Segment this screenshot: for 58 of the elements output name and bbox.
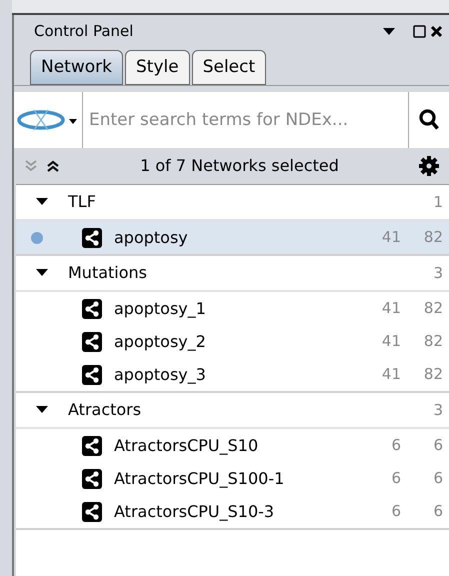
- network-name: AtractorsCPU_S10-3: [114, 500, 276, 523]
- network-name: apoptosy: [114, 226, 189, 248]
- network-row[interactable]: apoptosy 41 82: [16, 221, 449, 254]
- edge-count: 82: [422, 331, 443, 352]
- network-name: AtractorsCPU_S100-1: [114, 468, 286, 490]
- share-icon: [82, 298, 102, 318]
- search-icon[interactable]: [419, 109, 439, 131]
- group-row[interactable]: Mutations 3: [16, 256, 449, 292]
- group-name: Mutations: [68, 262, 148, 284]
- collapse-all-icon[interactable]: [46, 159, 60, 173]
- node-count: 41: [380, 298, 401, 320]
- group-count: 3: [433, 400, 443, 421]
- share-icon: [82, 468, 102, 488]
- network-row[interactable]: apoptosy_1 41 82: [16, 292, 449, 325]
- edge-count: 82: [422, 298, 443, 320]
- tab[interactable]: Network: [30, 50, 123, 85]
- node-count: 6: [390, 501, 401, 522]
- tab[interactable]: Style: [124, 50, 190, 85]
- network-name: apoptosy_1: [114, 298, 207, 320]
- selection-status: 1 of 7 Networks selected: [139, 155, 340, 177]
- share-icon: [82, 436, 102, 456]
- group-row[interactable]: Atractors 3: [16, 393, 449, 429]
- close-icon[interactable]: [430, 25, 443, 38]
- expander-icon[interactable]: [36, 269, 48, 277]
- network-name: AtractorsCPU_S10: [114, 434, 260, 457]
- panel-title: Control Panel: [34, 21, 134, 42]
- network-name: apoptosy_3: [114, 364, 207, 386]
- network-row[interactable]: apoptosy_3 41 82: [16, 358, 449, 391]
- share-icon: [82, 502, 102, 522]
- search-field[interactable]: Enter search terms for NDEx...: [82, 92, 409, 148]
- edge-count: 6: [432, 501, 443, 522]
- expander-icon[interactable]: [36, 406, 48, 414]
- share-icon: [82, 332, 102, 352]
- network-name: apoptosy_2: [114, 330, 207, 353]
- edge-count: 82: [422, 364, 443, 386]
- dropdown-icon[interactable]: [383, 28, 395, 36]
- network-row[interactable]: AtractorsCPU_S10 6 6: [16, 429, 449, 462]
- edge-count: 82: [422, 227, 443, 248]
- edge-count: 6: [432, 468, 443, 490]
- node-count: 41: [380, 331, 401, 352]
- share-icon: [82, 228, 102, 248]
- node-count: 6: [390, 435, 401, 456]
- group-name: Atractors: [68, 399, 142, 421]
- share-icon: [82, 364, 102, 384]
- node-count: 41: [380, 227, 401, 248]
- expander-icon[interactable]: [36, 198, 48, 206]
- node-count: 41: [380, 364, 401, 386]
- network-row[interactable]: AtractorsCPU_S10-3 6 6: [16, 495, 449, 528]
- network-row[interactable]: apoptosy_2 41 82: [16, 325, 449, 358]
- group-count: 1: [433, 192, 443, 213]
- edge-count: 6: [432, 435, 443, 456]
- tab[interactable]: Select: [192, 50, 266, 85]
- maximize-icon[interactable]: [413, 25, 426, 38]
- group-count: 3: [433, 262, 443, 284]
- group-name: TLF: [68, 191, 97, 213]
- network-row[interactable]: AtractorsCPU_S100-1 6 6: [16, 462, 449, 495]
- settings-icon[interactable]: [419, 156, 439, 176]
- node-count: 6: [390, 468, 401, 490]
